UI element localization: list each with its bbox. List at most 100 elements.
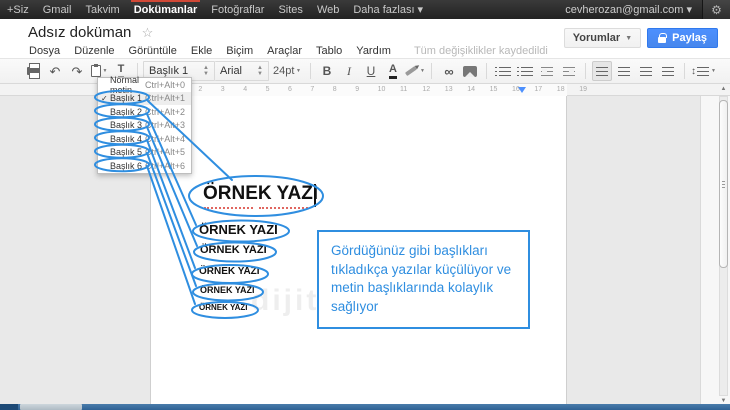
italic-button[interactable]: I [339,61,359,81]
topbar-link[interactable]: Web [310,0,346,19]
lock-icon [658,32,668,43]
ruler-number: 19 [579,86,587,93]
topbar-link[interactable]: Gmail [36,0,79,19]
chevron-down-icon: ▼ [296,68,301,74]
style-option-label: Başlık 6 [110,160,143,171]
menu-düzenle[interactable]: Düzenle [67,45,121,57]
insert-link-button[interactable]: ∞ [438,61,458,81]
font-size-select[interactable]: 24pt ▼ [270,61,304,81]
numbered-list-button[interactable] [493,61,513,81]
style-option-başlık-2[interactable]: Başlık 2 Ctrl+Alt+2 [98,105,191,119]
topbar-link[interactable]: Dokümanlar [127,0,205,19]
align-justify-button[interactable] [658,61,678,81]
comments-label: Yorumlar [572,32,621,44]
line-spacing-button[interactable]: ↕ ▼ [691,61,716,81]
menu-dosya[interactable]: Dosya [22,45,67,57]
topbar-link[interactable]: Takvim [78,0,126,19]
sample-heading-2: ÖRNEK YAZI [199,222,278,237]
vertical-scrollbar[interactable]: ▲ ▼ [718,86,729,404]
star-icon[interactable]: ☆ [142,25,154,40]
ruler-number: 5 [265,86,270,93]
style-option-shortcut: Ctrl+Alt+3 [144,120,185,131]
scroll-grip-icon [722,181,725,188]
menu-tablo[interactable]: Tablo [309,45,349,57]
style-option-shortcut: Ctrl+Alt+0 [144,79,185,90]
lines-icon [697,66,709,76]
updown-arrows-icon: ▲ ▼ [257,65,263,77]
style-option-başlık-5[interactable]: Başlık 5 Ctrl+Alt+5 [98,146,191,160]
right-margin-marker[interactable] [518,87,526,93]
style-option-label: Normal metin [110,74,140,95]
menu-araçlar[interactable]: Araçlar [260,45,309,57]
menu-görüntüle[interactable]: Görüntüle [122,45,184,57]
ruler-number: 11 [400,86,408,93]
bulleted-list-icon [517,66,533,76]
page-title[interactable]: Adsız doküman [28,24,131,41]
align-right-button[interactable] [636,61,656,81]
align-right-icon [640,66,652,76]
indent-less-button[interactable] [537,61,557,81]
style-option-başlık-1[interactable]: ✓ Başlık 1 Ctrl+Alt+1 [98,91,191,105]
topbar-link[interactable]: Sites [271,0,309,19]
text-color-button[interactable]: A [383,61,403,81]
scroll-up-arrow[interactable]: ▲ [718,86,729,92]
menu-biçim[interactable]: Biçim [219,45,260,57]
comments-button[interactable]: Yorumlar ▼ [563,28,642,48]
ruler-number: 7 [310,86,315,93]
chevron-down-icon: ▼ [420,68,425,74]
vertical-scroll-thumb[interactable] [719,100,728,268]
chevron-down-icon: ▼ [625,34,633,42]
bold-button[interactable]: B [317,61,337,81]
indent-more-button[interactable] [559,61,579,81]
style-option-shortcut: Ctrl+Alt+6 [144,160,185,171]
horizontal-scrollbar[interactable] [0,404,730,410]
sample-heading-4: ÖRNEK YAZI [199,266,260,277]
undo-button[interactable]: ↶ [45,61,65,81]
toolbar-separator [585,63,586,79]
spellcheck-squiggle [259,207,308,209]
style-option-shortcut: Ctrl+Alt+5 [144,147,185,158]
share-button[interactable]: Paylaş [647,28,718,48]
style-select-value: Başlık 1 [149,65,189,77]
align-left-button[interactable] [592,61,612,81]
toolbar-separator [431,63,432,79]
menu-items: Dosya Düzenle Görüntüle Ekle Biçim Araçlar Tab… [22,45,398,57]
share-label: Paylaş [672,32,707,44]
line-spacing-icon: ↕ [691,65,696,77]
redo-button[interactable]: ↷ [67,61,87,81]
ruler-number: 14 [467,86,475,93]
topbar-link[interactable]: Daha fazlası ▾ [346,0,430,19]
ruler-number: 17 [534,86,543,93]
menu-ekle[interactable]: Ekle [184,45,219,57]
insert-image-button[interactable] [460,61,480,81]
annotation-note-text: Gördüğünüz gibi başlıkları tıkladıkça ya… [331,243,512,314]
topbar-link[interactable]: +Siz [0,0,36,19]
sample-heading-1: ÖRNEK YAZI [203,183,319,204]
style-option-başlık-3[interactable]: Başlık 3 Ctrl+Alt+3 [98,119,191,133]
topbar-link[interactable]: Fotoğraflar [204,0,271,19]
sample-heading-6: ÖRNEK YAZI [199,303,248,312]
ruler-number: 6 [288,86,292,93]
highlight-color-button[interactable]: ▼ [404,61,425,81]
gear-icon[interactable]: ⚙ [702,0,730,19]
style-option-başlık-4[interactable]: Başlık 4 Ctrl+Alt+4 [98,132,191,146]
save-status: Tüm değişiklikler kaydedildi [413,44,548,57]
style-option-normal-metin[interactable]: Normal metin Ctrl+Alt+0 [98,74,191,95]
style-option-label: Başlık 5 [110,147,143,158]
highlighter-icon [404,65,418,77]
menu-yardım[interactable]: Yardım [349,45,398,57]
text-cursor [314,184,316,207]
account-email[interactable]: cevherozan@gmail.com ▾ [555,0,702,19]
print-button[interactable] [23,61,43,81]
printer-icon [26,63,40,79]
spellcheck-squiggle [204,207,253,209]
undo-icon: ↶ [49,63,61,79]
check-icon: ✓ [101,93,108,103]
style-option-başlık-6[interactable]: Başlık 6 Ctrl+Alt+6 [98,159,191,173]
font-family-select[interactable]: Arial ▲ ▼ [215,61,269,81]
bulleted-list-button[interactable] [515,61,535,81]
align-center-button[interactable] [614,61,634,81]
horizontal-scroll-thumb[interactable] [20,404,82,410]
ruler-number: 4 [243,86,248,93]
underline-button[interactable]: U [361,61,381,81]
